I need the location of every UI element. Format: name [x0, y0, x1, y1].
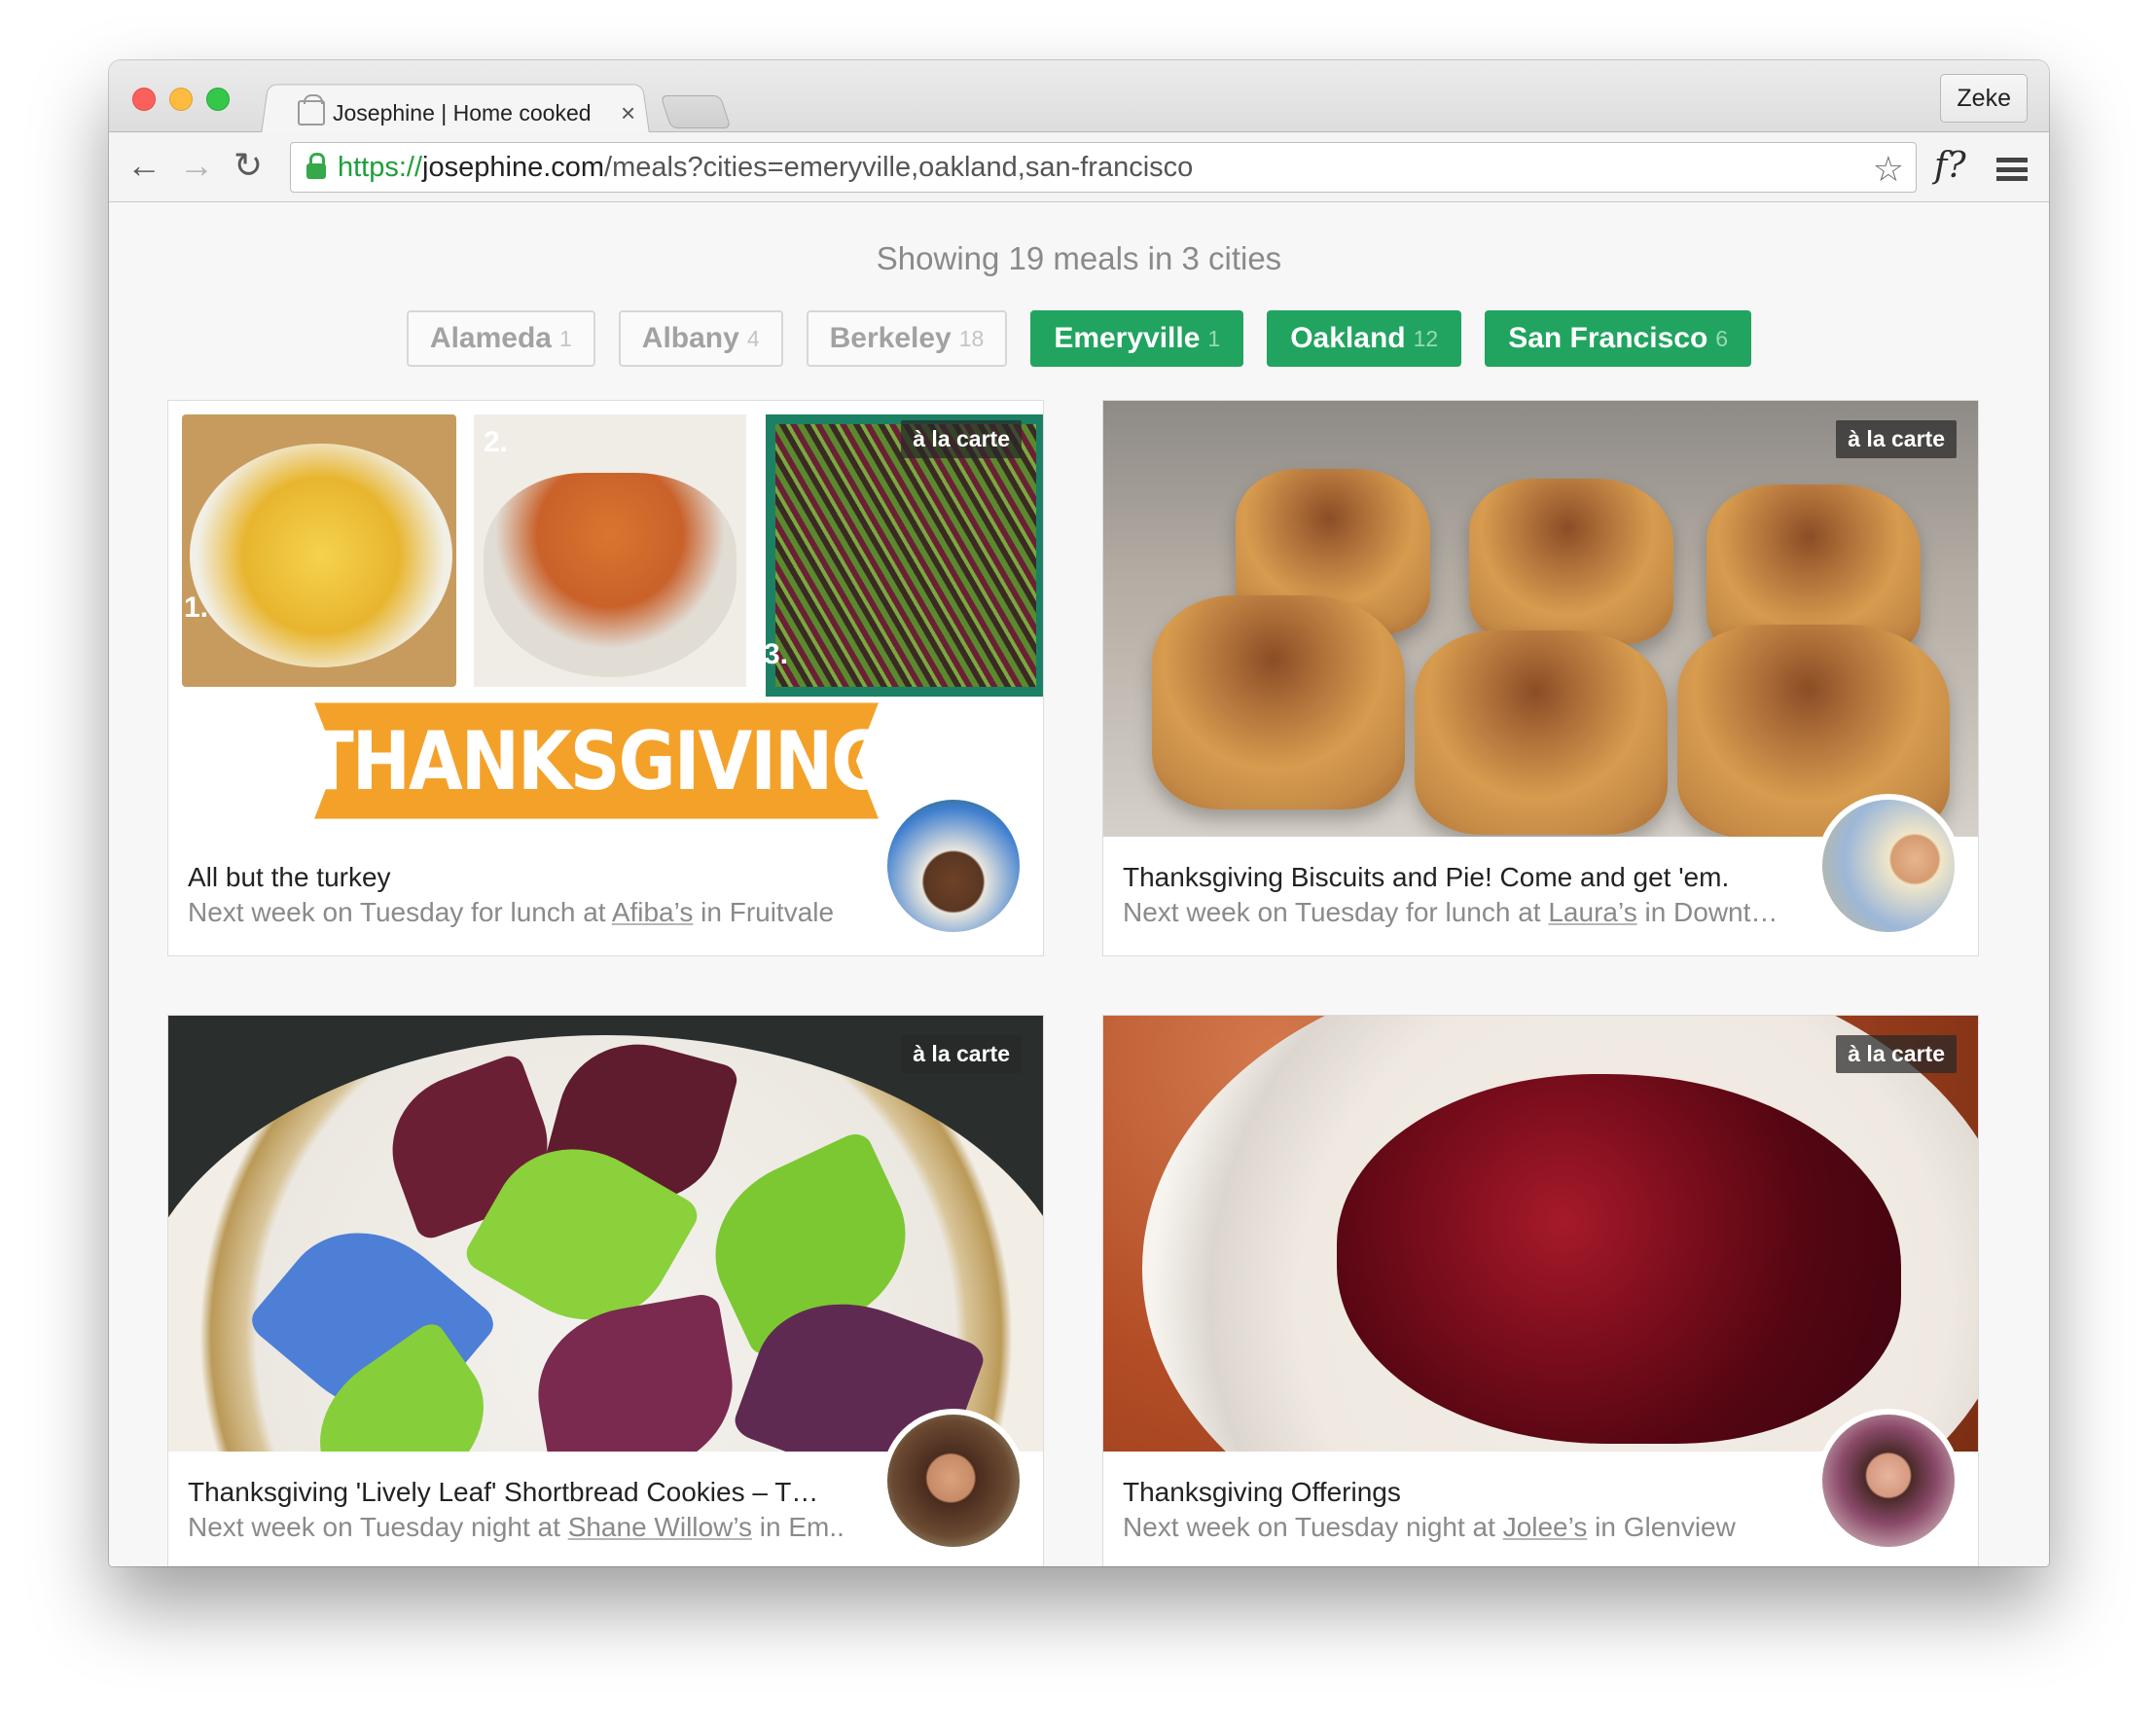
biscuit-image — [1152, 595, 1405, 809]
a-la-carte-badge: à la carte — [1836, 1035, 1957, 1073]
city-name: San Francisco — [1508, 322, 1708, 354]
host-link[interactable]: Shane Willow’s — [568, 1512, 752, 1542]
city-count: 6 — [1715, 325, 1729, 351]
meal-photo[interactable]: à la carte — [1103, 401, 1978, 837]
city-name: Alameda — [429, 322, 552, 354]
tab-close-icon[interactable]: × — [621, 98, 635, 128]
tab-content[interactable]: Josephine | Home cooked × — [280, 93, 650, 132]
host-link[interactable]: Afiba’s — [612, 897, 694, 927]
a-la-carte-badge: à la carte — [901, 420, 1022, 458]
sweet-potato-image — [474, 414, 746, 687]
city-filter-emeryville[interactable]: Emeryville 1 — [1030, 310, 1244, 367]
meal-card[interactable]: à la carte Thanksgiving 'Lively Leaf' Sh… — [167, 1015, 1044, 1566]
corn-dish-image — [182, 414, 456, 687]
meal-card[interactable]: à la carte Thanksgiving Biscuits and Pie… — [1102, 400, 1979, 956]
profile-button[interactable]: Zeke — [1940, 74, 2028, 123]
meal-details: Next week on Tuesday night at Shane Will… — [188, 1512, 859, 1543]
host-avatar[interactable] — [881, 794, 1025, 938]
meal-photo[interactable]: à la carte — [1103, 1016, 1978, 1452]
meal-time: Next week on Tuesday night at — [1123, 1512, 1503, 1542]
thanksgiving-banner: THANKSGIVING — [314, 702, 879, 819]
browser-window: Josephine | Home cooked × Zeke ← → ↻ htt… — [109, 60, 2049, 1566]
meal-title[interactable]: Thanksgiving Biscuits and Pie! Come and … — [1123, 862, 1794, 893]
meal-time: Next week on Tuesday for lunch at — [1123, 897, 1549, 927]
extension-icon[interactable]: f? — [1934, 146, 1966, 186]
city-count: 1 — [558, 325, 572, 351]
meal-details: Next week on Tuesday for lunch at Laura’… — [1123, 897, 1794, 928]
new-tab-button[interactable] — [660, 95, 732, 128]
meal-photo[interactable]: 1. 2. 3. THANKSGIVING à la carte — [168, 401, 1043, 837]
address-bar[interactable]: https://josephine.com/meals?cities=emery… — [290, 142, 1917, 193]
meal-details: Next week on Tuesday for lunch at Afiba’… — [188, 897, 859, 928]
host-avatar[interactable] — [1816, 1409, 1960, 1553]
url-text[interactable]: https://josephine.com/meals?cities=emery… — [338, 152, 1193, 184]
meal-title[interactable]: All but the turkey — [188, 862, 859, 893]
city-count: 4 — [746, 325, 760, 351]
city-count: 1 — [1207, 325, 1221, 351]
minimize-window-button[interactable] — [169, 88, 193, 111]
city-filter-berkeley[interactable]: Berkeley 18 — [806, 310, 1008, 367]
a-la-carte-badge: à la carte — [1836, 420, 1957, 458]
city-name: Albany — [641, 322, 739, 354]
zoom-window-button[interactable] — [206, 88, 230, 111]
meal-time: Next week on Tuesday for lunch at — [188, 897, 612, 927]
photo-number: 3. — [764, 638, 789, 670]
host-link[interactable]: Laura’s — [1548, 897, 1636, 927]
url-path: /meals?cities=emeryville,oakland,san-fra… — [604, 151, 1194, 183]
photo-number: 1. — [184, 592, 209, 624]
menu-icon[interactable] — [1996, 158, 2028, 181]
meal-time: Next week on Tuesday night at — [188, 1512, 568, 1542]
profile-name: Zeke — [1957, 84, 2011, 112]
meal-photo[interactable]: à la carte — [168, 1016, 1043, 1452]
results-summary: Showing 19 meals in 3 cities — [876, 240, 1282, 276]
city-name: Oakland — [1290, 322, 1406, 354]
city-filter-alameda[interactable]: Alameda 1 — [406, 310, 595, 367]
page-viewport: Showing 19 meals in 3 cities Alameda 1 A… — [109, 203, 2049, 1566]
a-la-carte-badge: à la carte — [901, 1035, 1022, 1073]
close-window-button[interactable] — [132, 88, 156, 111]
tab-strip: Josephine | Home cooked × Zeke — [109, 60, 2049, 134]
city-count: 18 — [958, 325, 985, 351]
city-name: Emeryville — [1054, 322, 1201, 354]
city-count: 12 — [1413, 325, 1439, 351]
meal-location: in Em.. — [752, 1512, 844, 1542]
host-avatar[interactable] — [1816, 794, 1960, 938]
city-filter-oakland[interactable]: Oakland 12 — [1267, 310, 1462, 367]
biscuit-image — [1469, 479, 1673, 644]
tab-title: Josephine | Home cooked — [333, 99, 592, 126]
url-host: josephine.com — [422, 151, 605, 183]
host-link[interactable]: Jolee’s — [1503, 1512, 1588, 1542]
biscuit-image — [1415, 630, 1668, 835]
photo-number: 2. — [484, 426, 509, 458]
url-scheme: https:// — [338, 151, 423, 183]
meal-title[interactable]: Thanksgiving 'Lively Leaf' Shortbread Co… — [188, 1477, 859, 1508]
meal-card[interactable]: à la carte Thanksgiving Offerings Next w… — [1102, 1015, 1979, 1566]
lock-icon — [306, 153, 326, 179]
meal-card[interactable]: 1. 2. 3. THANKSGIVING à la carte All but… — [167, 400, 1044, 956]
meal-location: in Glenview — [1587, 1512, 1736, 1542]
meal-title[interactable]: Thanksgiving Offerings — [1123, 1477, 1794, 1508]
favicon-icon — [298, 94, 325, 126]
city-filter-albany[interactable]: Albany 4 — [618, 310, 783, 367]
back-arrow-icon[interactable]: ← — [126, 146, 162, 185]
forward-arrow-icon[interactable]: → — [179, 146, 214, 185]
reload-icon[interactable]: ↻ — [234, 146, 263, 185]
bookmark-star-icon[interactable]: ☆ — [1873, 149, 1904, 190]
city-filter-san-francisco[interactable]: San Francisco 6 — [1485, 310, 1752, 367]
meal-location: in Downt… — [1636, 897, 1779, 927]
host-avatar[interactable] — [881, 1409, 1025, 1553]
browser-toolbar: ← → ↻ https://josephine.com/meals?cities… — [109, 132, 2049, 202]
city-filter-bar: Alameda 1 Albany 4 Berkeley 18 Emeryvill… — [109, 310, 2049, 367]
meal-details: Next week on Tuesday night at Jolee’s in… — [1123, 1512, 1794, 1543]
meal-location: in Fruitvale — [693, 897, 835, 927]
city-name: Berkeley — [829, 322, 952, 354]
